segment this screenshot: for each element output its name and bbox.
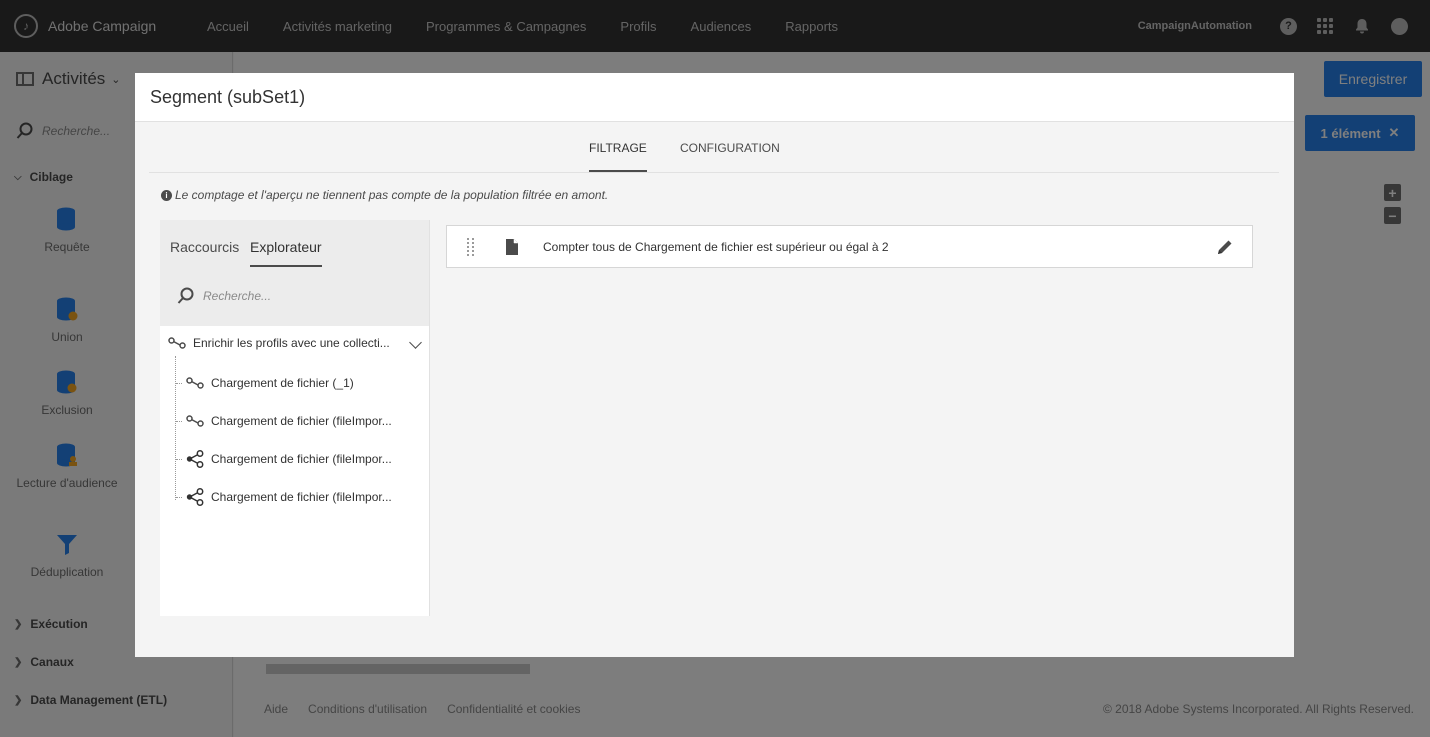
tree-item[interactable]: Chargement de fichier (_1) — [186, 376, 354, 390]
segment-dialog: Segment (subSet1) FILTRAGE CONFIGURATION… — [135, 73, 1294, 657]
dialog-tabs: FILTRAGE CONFIGURATION — [149, 123, 1279, 173]
explorer-search[interactable]: Recherche... — [177, 287, 271, 305]
share-icon — [186, 450, 204, 468]
file-icon — [506, 238, 518, 255]
link-icon — [168, 337, 186, 349]
tree-connector — [176, 459, 182, 460]
dialog-title: Segment (subSet1) — [135, 73, 1294, 122]
filter-notice: i Le comptage et l'aperçu ne tiennent pa… — [161, 188, 608, 202]
tab-explorateur[interactable]: Explorateur — [250, 239, 322, 267]
tree-root-node[interactable]: Enrichir les profils avec une collecti..… — [168, 336, 424, 350]
explorer-panel: Raccourcis Explorateur Recherche... Enri… — [160, 220, 430, 616]
filter-condition-row[interactable]: Compter tous de Chargement de fichier es… — [446, 225, 1253, 268]
tree-connector — [176, 421, 182, 422]
chevron-down-icon[interactable] — [409, 336, 422, 349]
share-icon — [186, 488, 204, 506]
tree-item-label: Chargement de fichier (_1) — [211, 376, 354, 390]
tree-item[interactable]: Chargement de fichier (fileImpor... — [186, 450, 392, 468]
search-icon — [177, 287, 194, 304]
tab-raccourcis[interactable]: Raccourcis — [170, 239, 239, 255]
link-icon — [186, 377, 204, 389]
tree-root-label: Enrichir les profils avec une collecti..… — [193, 336, 390, 350]
tree-item[interactable]: Chargement de fichier (fileImpor... — [186, 488, 392, 506]
info-icon: i — [161, 189, 172, 201]
tree-connector — [176, 383, 182, 384]
tree-item-label: Chargement de fichier (fileImpor... — [211, 490, 392, 504]
tree-connector — [176, 497, 182, 498]
explorer-header: Raccourcis Explorateur Recherche... — [160, 220, 429, 326]
tree-item[interactable]: Chargement de fichier (fileImpor... — [186, 414, 392, 428]
tab-filtrage[interactable]: FILTRAGE — [589, 141, 647, 172]
tab-configuration[interactable]: CONFIGURATION — [680, 141, 780, 155]
filter-notice-text: Le comptage et l'aperçu ne tiennent pas … — [175, 188, 609, 202]
tree-item-label: Chargement de fichier (fileImpor... — [211, 414, 392, 428]
tree-item-label: Chargement de fichier (fileImpor... — [211, 452, 392, 466]
condition-text: Compter tous de Chargement de fichier es… — [543, 239, 889, 254]
explorer-search-placeholder: Recherche... — [203, 289, 272, 303]
tree-connector — [175, 356, 176, 500]
edit-icon[interactable] — [1216, 238, 1234, 256]
drag-handle-icon[interactable] — [467, 237, 475, 256]
link-icon — [186, 415, 204, 427]
